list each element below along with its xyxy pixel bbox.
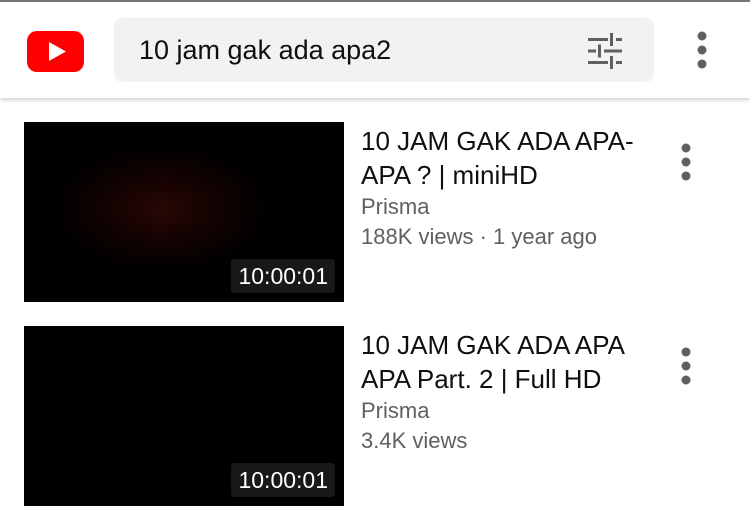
channel-name[interactable]: Prisma [361,396,651,426]
video-info: 10 JAM GAK ADA APA APA Part. 2 | Full HD… [361,326,651,456]
search-box[interactable]: 10 jam gak ada apa2 [114,18,654,82]
video-meta: 188K views · 1 year ago [361,224,598,249]
search-results-list: 10:00:01 10 JAM GAK ADA APA-APA ? | mini… [0,98,750,515]
search-input[interactable]: 10 jam gak ada apa2 [139,34,391,66]
more-vertical-icon[interactable] [671,346,701,386]
more-vertical-icon[interactable] [671,142,701,182]
duration-badge: 10:00:01 [231,463,335,497]
youtube-logo-icon[interactable] [27,31,84,72]
video-thumbnail[interactable]: 10:00:01 [24,326,344,506]
video-title[interactable]: 10 JAM GAK ADA APA-APA ? | miniHD [361,122,651,192]
duration-badge: 10:00:01 [231,259,335,293]
list-item[interactable]: 10:00:01 10 JAM GAK ADA APA APA Part. 2 … [0,326,750,516]
more-vertical-icon[interactable] [687,30,717,70]
filter-sliders-icon[interactable] [586,32,624,70]
list-item[interactable]: 10:00:01 10 JAM GAK ADA APA-APA ? | mini… [0,122,750,312]
video-info: 10 JAM GAK ADA APA-APA ? | miniHD Prisma… [361,122,651,252]
video-thumbnail[interactable]: 10:00:01 [24,122,344,302]
top-app-bar: 10 jam gak ada apa2 [0,2,750,98]
video-title[interactable]: 10 JAM GAK ADA APA APA Part. 2 | Full HD [361,326,651,396]
channel-name[interactable]: Prisma [361,192,651,222]
video-meta: 3.4K views [361,428,468,453]
